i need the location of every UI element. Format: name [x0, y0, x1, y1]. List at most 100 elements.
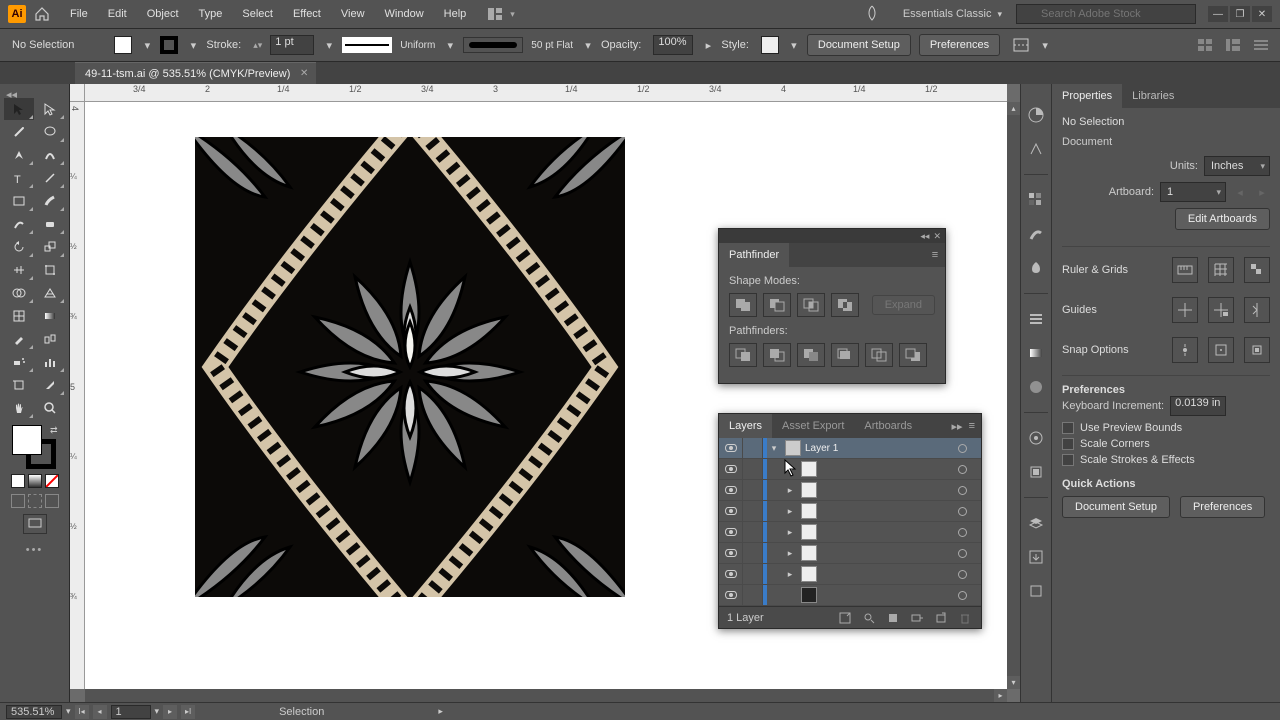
- lock-toggle[interactable]: [743, 543, 763, 563]
- target-icon[interactable]: [953, 591, 971, 600]
- divide-button[interactable]: [729, 343, 757, 367]
- draw-behind-icon[interactable]: [28, 494, 42, 508]
- intersect-button[interactable]: [797, 293, 825, 317]
- grid-toggle-icon[interactable]: [1208, 257, 1234, 283]
- dropdown-icon[interactable]: ▾: [445, 40, 455, 50]
- visibility-toggle[interactable]: [719, 459, 743, 479]
- lock-toggle[interactable]: [743, 459, 763, 479]
- width-tool[interactable]: [4, 259, 34, 281]
- zoom-tool[interactable]: [35, 397, 65, 419]
- scale-corners-checkbox[interactable]: [1062, 438, 1074, 450]
- tab-artboards[interactable]: Artboards: [854, 414, 922, 438]
- swap-fill-stroke-icon[interactable]: ⇄: [50, 425, 58, 436]
- tab-properties[interactable]: Properties: [1052, 84, 1122, 108]
- menu-effect[interactable]: Effect: [285, 4, 329, 24]
- lock-toggle[interactable]: [743, 438, 763, 458]
- color-guide-panel-icon[interactable]: [1025, 138, 1047, 160]
- stroke-weight-field[interactable]: 1 pt: [270, 35, 314, 55]
- magic-wand-tool[interactable]: [4, 121, 34, 143]
- appearance-panel-icon[interactable]: [1025, 427, 1047, 449]
- first-artboard-icon[interactable]: I◂: [75, 705, 89, 719]
- guides-lock-icon[interactable]: [1208, 297, 1234, 323]
- column-graph-tool[interactable]: [35, 351, 65, 373]
- tab-layers[interactable]: Layers: [719, 414, 772, 438]
- gradient-panel-icon[interactable]: [1025, 342, 1047, 364]
- paintbrush-tool[interactable]: [35, 190, 65, 212]
- disclosure-icon[interactable]: ▸: [783, 485, 797, 496]
- target-icon[interactable]: [953, 465, 971, 474]
- swatches-panel-icon[interactable]: [1025, 189, 1047, 211]
- disclosure-icon[interactable]: ▸: [783, 569, 797, 580]
- pathfinder-tab[interactable]: Pathfinder: [719, 243, 789, 267]
- transparency-grid-icon[interactable]: [1244, 257, 1270, 283]
- dropdown-icon[interactable]: ▾: [789, 40, 799, 50]
- vertical-scrollbar[interactable]: ▴ ▾: [1007, 102, 1020, 689]
- asset-export-panel-icon[interactable]: [1025, 546, 1047, 568]
- layout-icon[interactable]: [1198, 39, 1212, 51]
- menu-type[interactable]: Type: [191, 4, 231, 24]
- close-panel-icon[interactable]: ✕: [933, 231, 941, 242]
- none-mode-icon[interactable]: [45, 474, 59, 488]
- blend-tool[interactable]: [35, 328, 65, 350]
- tab-asset-export[interactable]: Asset Export: [772, 414, 854, 438]
- symbol-sprayer-tool[interactable]: [4, 351, 34, 373]
- layer-name[interactable]: Layer 1: [805, 443, 953, 454]
- artboards-panel-icon[interactable]: [1025, 580, 1047, 602]
- type-tool[interactable]: T: [4, 167, 34, 189]
- fill-indicator[interactable]: [12, 425, 42, 455]
- locate-object-icon[interactable]: [837, 610, 853, 626]
- hand-tool[interactable]: [4, 397, 34, 419]
- visibility-toggle[interactable]: [719, 480, 743, 500]
- next-artboard-icon[interactable]: ▸: [1254, 184, 1270, 200]
- line-tool[interactable]: [35, 167, 65, 189]
- snap-grid-icon[interactable]: [1208, 337, 1234, 363]
- lock-toggle[interactable]: [743, 480, 763, 500]
- preferences-button[interactable]: Preferences: [1180, 496, 1265, 518]
- menu-object[interactable]: Object: [139, 4, 187, 24]
- dropdown-icon[interactable]: ▸: [703, 40, 713, 50]
- selection-tool[interactable]: [4, 98, 34, 120]
- menu-select[interactable]: Select: [234, 4, 281, 24]
- prev-artboard-icon[interactable]: ◂: [1232, 184, 1248, 200]
- trim-button[interactable]: [763, 343, 791, 367]
- minimize-button[interactable]: —: [1208, 6, 1228, 22]
- lasso-tool[interactable]: [35, 121, 65, 143]
- clipping-mask-icon[interactable]: [885, 610, 901, 626]
- lock-toggle[interactable]: [743, 585, 763, 605]
- stock-search-input[interactable]: [1016, 4, 1196, 24]
- scale-strokes-checkbox[interactable]: [1062, 454, 1074, 466]
- layer-sublayer-row[interactable]: ▸: [719, 480, 981, 501]
- edit-artboards-button[interactable]: Edit Artboards: [1175, 208, 1270, 230]
- menu-help[interactable]: Help: [436, 4, 475, 24]
- units-select[interactable]: Inches: [1204, 156, 1270, 176]
- layer-sublayer-row[interactable]: ▸: [719, 543, 981, 564]
- home-icon[interactable]: [34, 6, 50, 22]
- pen-tool[interactable]: [4, 144, 34, 166]
- target-icon[interactable]: [953, 507, 971, 516]
- visibility-toggle[interactable]: [719, 543, 743, 563]
- gradient-mode-icon[interactable]: [28, 474, 42, 488]
- align-to-icon[interactable]: [1012, 37, 1030, 53]
- brush-definition[interactable]: [463, 37, 523, 53]
- delete-layer-icon[interactable]: [957, 610, 973, 626]
- visibility-toggle[interactable]: [719, 585, 743, 605]
- exclude-button[interactable]: [831, 293, 859, 317]
- symbols-panel-icon[interactable]: [1025, 257, 1047, 279]
- stroke-swatch[interactable]: [160, 36, 178, 54]
- ruler-toggle-icon[interactable]: [1172, 257, 1198, 283]
- menu-edit[interactable]: Edit: [100, 4, 135, 24]
- direct-selection-tool[interactable]: [35, 98, 65, 120]
- color-mode-icon[interactable]: [11, 474, 25, 488]
- minus-front-button[interactable]: [763, 293, 791, 317]
- gradient-tool[interactable]: [35, 305, 65, 327]
- new-sublayer-icon[interactable]: [909, 610, 925, 626]
- brushes-panel-icon[interactable]: [1025, 223, 1047, 245]
- shape-builder-tool[interactable]: [4, 282, 34, 304]
- graphic-styles-panel-icon[interactable]: [1025, 461, 1047, 483]
- horizontal-scrollbar[interactable]: ▸: [85, 689, 1007, 702]
- slice-tool[interactable]: [35, 374, 65, 396]
- minus-back-button[interactable]: [899, 343, 927, 367]
- status-menu-icon[interactable]: ▸: [438, 706, 443, 717]
- eyedropper-tool[interactable]: [4, 328, 34, 350]
- lock-toggle[interactable]: [743, 501, 763, 521]
